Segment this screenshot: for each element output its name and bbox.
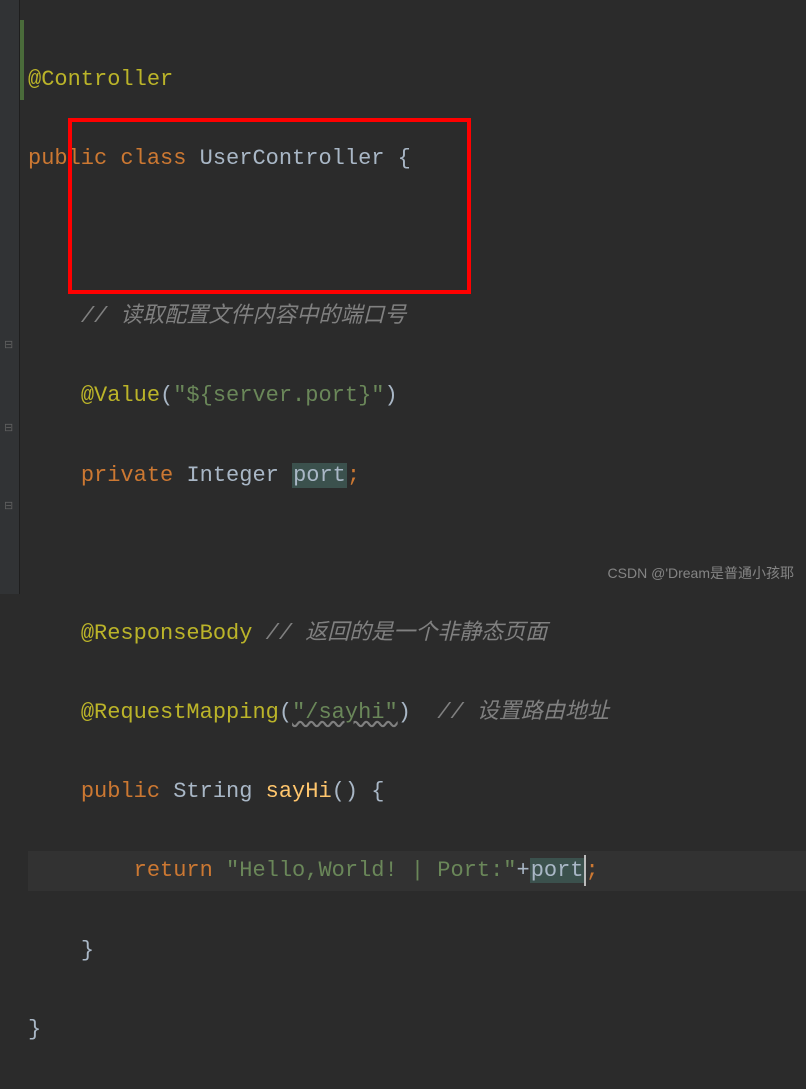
paren-token: ) [384, 383, 397, 408]
annotation-token: @RequestMapping [81, 700, 279, 725]
paren-token: ) [398, 700, 411, 725]
brace-token: { [358, 779, 384, 804]
comment-token: // 返回的是一个非静态页面 [252, 621, 547, 646]
parens-token: () [332, 779, 358, 804]
code-line[interactable]: @ResponseBody // 返回的是一个非静态页面 [28, 614, 806, 654]
editor-gutter: ⊟ ⊟ ⊟ [0, 0, 20, 594]
paren-token: ( [279, 700, 292, 725]
string-token: "/sayhi" [292, 700, 398, 725]
code-line[interactable]: private Integer port; [28, 456, 806, 496]
comment-token: // 设置路由地址 [437, 700, 609, 725]
code-line[interactable]: public String sayHi() { [28, 772, 806, 812]
keyword-token: private [81, 463, 173, 488]
watermark-text: CSDN @'Dream是普通小孩耶 [608, 561, 794, 586]
class-name-token: UserController [200, 146, 385, 171]
annotation-token: @Value [81, 383, 160, 408]
operator-token: + [517, 858, 530, 883]
code-line[interactable]: @RequestMapping("/sayhi") // 设置路由地址 [28, 693, 806, 733]
brace-token: } [81, 938, 94, 963]
annotation-token: @ResponseBody [81, 621, 253, 646]
variable-token: port [292, 463, 347, 488]
keyword-token: return [134, 858, 213, 883]
code-line[interactable]: // 读取配置文件内容中的端口号 [28, 297, 806, 337]
vcs-change-marker [20, 20, 24, 100]
annotation-token: @Controller [28, 67, 173, 92]
comment-token: // 读取配置文件内容中的端口号 [81, 304, 407, 329]
fold-icon[interactable]: ⊟ [4, 337, 16, 349]
code-line[interactable]: public class UserController { [28, 139, 806, 179]
brace-token: } [28, 1017, 41, 1042]
code-line[interactable]: @Controller [28, 60, 806, 100]
code-editor[interactable]: @Controller public class UserController … [0, 0, 806, 1089]
string-token: "${server.port}" [173, 383, 384, 408]
code-line[interactable]: } [28, 931, 806, 971]
brace-token: { [384, 146, 410, 171]
variable-token: port [530, 858, 585, 883]
method-name-token: sayHi [266, 779, 332, 804]
code-line[interactable]: } [28, 1010, 806, 1050]
fold-icon[interactable]: ⊟ [4, 420, 16, 432]
semicolon-token: ; [586, 858, 599, 883]
keyword-token: class [120, 146, 186, 171]
type-token: String [173, 779, 252, 804]
keyword-token: public [28, 146, 107, 171]
code-line[interactable]: return "Hello,World! | Port:"+port; [28, 851, 806, 891]
semicolon-token: ; [347, 463, 360, 488]
string-token: "Hello,World! | Port:" [226, 858, 516, 883]
type-token: Integer [186, 463, 278, 488]
code-line[interactable] [28, 218, 806, 258]
keyword-token: public [81, 779, 160, 804]
fold-icon[interactable]: ⊟ [4, 498, 16, 510]
paren-token: ( [160, 383, 173, 408]
spacing [411, 700, 437, 725]
code-line[interactable]: @Value("${server.port}") [28, 376, 806, 416]
